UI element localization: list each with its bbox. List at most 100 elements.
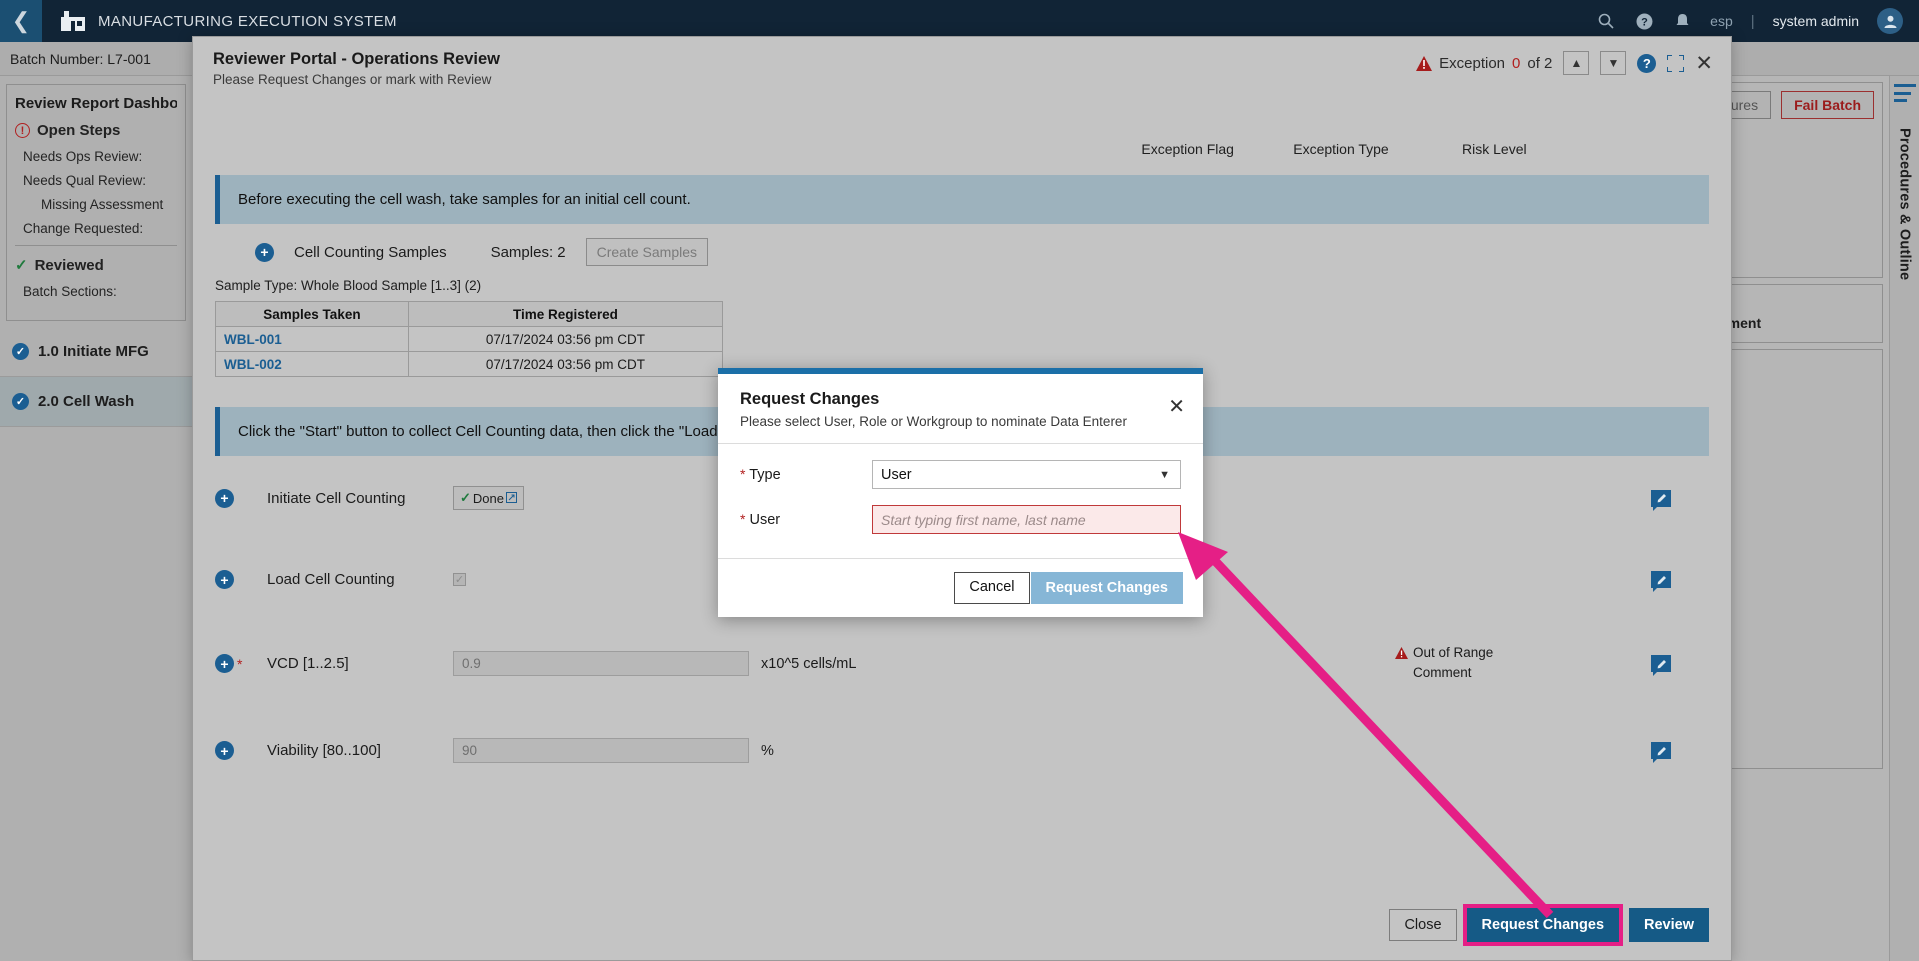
dialog-subtitle: Please select User, Role or Workgroup to…	[740, 414, 1127, 429]
request-changes-button[interactable]: Request Changes	[1462, 904, 1624, 946]
vcd-input[interactable]: 0.9	[453, 651, 749, 676]
th-samples-taken: Samples Taken	[215, 301, 409, 327]
sidebar-section-label: 1.0 Initiate MFG	[38, 343, 149, 360]
field-label: Load Cell Counting	[267, 571, 395, 588]
type-selected-value: User	[881, 466, 912, 483]
sample-link[interactable]: WBL-002	[215, 351, 409, 377]
cancel-button[interactable]: Cancel	[954, 572, 1030, 604]
sidebar-item-needs-qual-review[interactable]: Needs Qual Review:	[23, 173, 177, 188]
sidebar-item-cell-wash[interactable]: ✓ 2.0 Cell Wash	[0, 377, 192, 427]
table-header-row: Samples Taken Time Registered	[215, 301, 724, 327]
review-button[interactable]: Review	[1629, 908, 1709, 942]
submit-request-changes-button[interactable]: Request Changes	[1030, 572, 1183, 604]
warning-triangle-icon	[1416, 55, 1433, 71]
col-exception-type: Exception Type	[1293, 141, 1389, 157]
bell-icon[interactable]	[1672, 11, 1692, 31]
instruction-banner-1: Before executing the cell wash, take sam…	[215, 175, 1709, 224]
plus-circle-icon[interactable]: +	[215, 488, 234, 508]
sidebar-item-initiate-mfg[interactable]: ✓ 1.0 Initiate MFG	[0, 327, 192, 377]
sidebar-item-batch-sections[interactable]: Batch Sections:	[23, 284, 177, 299]
current-user-label[interactable]: system admin	[1773, 13, 1859, 29]
required-marker: *	[740, 466, 746, 482]
plus-circle-icon[interactable]: +	[215, 741, 234, 760]
field-unit: x10^5 cells/mL	[761, 655, 857, 672]
sidebar-divider	[15, 245, 177, 246]
table-row: WBL-002 07/17/2024 03:56 pm CDT	[215, 351, 724, 377]
plus-circle-icon[interactable]: +	[255, 242, 274, 262]
done-label: Done	[472, 490, 504, 506]
sample-type-label: Sample Type: Whole Blood Sample [1..3] (…	[215, 278, 482, 293]
field-label: VCD [1..2.5]	[267, 655, 349, 672]
search-icon[interactable]	[1596, 11, 1616, 31]
out-of-range-text: Out of Range	[1413, 645, 1494, 660]
batch-number-label: Batch Number: L7-001	[10, 50, 151, 67]
check-icon: ✓	[15, 257, 28, 274]
request-changes-dialog: Request Changes Please select User, Role…	[718, 368, 1203, 617]
field-label: Viability [80..100]	[267, 742, 381, 759]
check-circle-icon: ✓	[12, 343, 29, 360]
modal-footer: Close Request Changes Review	[193, 890, 1731, 960]
table-row: WBL-001 07/17/2024 03:56 pm CDT	[215, 326, 724, 352]
viability-input[interactable]: 90	[453, 738, 749, 763]
app-header-actions: ? esp | system admin	[1596, 8, 1919, 34]
help-circle-icon[interactable]: ?	[1637, 53, 1657, 73]
dialog-footer: Cancel Request Changes	[718, 558, 1203, 617]
field-label: Initiate Cell Counting	[267, 489, 406, 507]
samples-count-label: Samples: 2	[490, 243, 566, 261]
col-risk-level: Risk Level	[1462, 141, 1527, 157]
type-select[interactable]: User ▼	[872, 460, 1181, 489]
reviewed-header[interactable]: ✓ Reviewed	[15, 256, 177, 275]
chevron-down-icon[interactable]: ▼	[1600, 51, 1627, 75]
comment-edit-icon[interactable]	[1651, 655, 1671, 676]
dashboard-title: Review Report Dashboard	[15, 95, 177, 112]
fail-batch-button[interactable]: Fail Batch	[1781, 91, 1874, 119]
type-label-text: Type	[749, 467, 781, 483]
field-unit: %	[761, 742, 774, 759]
close-icon[interactable]: ✕	[1168, 394, 1185, 419]
sidebar-section-label: 2.0 Cell Wash	[38, 393, 135, 410]
sidebar-item-missing-assessment[interactable]: Missing Assessment	[41, 197, 177, 212]
comment-edit-icon[interactable]	[1651, 742, 1671, 763]
help-icon[interactable]: ?	[1634, 11, 1654, 31]
language-selector[interactable]: esp	[1710, 13, 1733, 29]
chevron-up-icon[interactable]: ▲	[1563, 51, 1590, 75]
open-steps-header[interactable]: ! Open Steps	[15, 122, 177, 139]
expand-icon[interactable]	[1666, 53, 1686, 73]
out-of-range-flag: Out of Range Comment	[1395, 645, 1493, 680]
create-samples-button[interactable]: Create Samples	[585, 238, 709, 266]
back-icon[interactable]: ❮	[0, 0, 42, 42]
col-exception-flag: Exception Flag	[1141, 141, 1234, 157]
sample-group-title: Cell Counting Samples	[294, 243, 447, 261]
user-input[interactable]: Start typing first name, last name	[872, 505, 1181, 534]
checkbox-checked-disabled-icon: ✓	[453, 573, 466, 586]
done-status-chip[interactable]: ✓ Done	[453, 486, 524, 510]
rail-label: Procedures & Outline	[1896, 128, 1913, 281]
reviewed-label: Reviewed	[34, 256, 104, 274]
modal-header-actions: Exception 0 of 2 ▲ ▼ ? ✕	[1416, 51, 1713, 75]
sidebar-item-change-requested[interactable]: Change Requested:	[23, 221, 177, 236]
external-link-icon[interactable]	[505, 491, 517, 506]
plus-circle-icon[interactable]: +	[215, 570, 234, 589]
close-button[interactable]: Close	[1389, 909, 1457, 941]
type-field-row: * Type User ▼	[740, 460, 1181, 489]
sidebar-item-needs-ops-review[interactable]: Needs Ops Review:	[23, 149, 177, 164]
hamburger-icon[interactable]	[1893, 84, 1916, 102]
comment-edit-icon[interactable]	[1651, 489, 1671, 511]
close-icon[interactable]: ✕	[1695, 53, 1713, 74]
cell-counting-samples-group: + Cell Counting Samples Samples: 2 Creat…	[255, 238, 1709, 266]
header-divider: |	[1750, 12, 1755, 30]
procedures-outline-rail[interactable]: Procedures & Outline	[1889, 76, 1919, 961]
user-avatar-icon[interactable]	[1877, 8, 1903, 34]
left-sidebar: Review Report Dashboard ! Open Steps Nee…	[0, 76, 192, 961]
sample-link[interactable]: WBL-001	[215, 326, 409, 352]
sample-time: 07/17/2024 03:56 pm CDT	[407, 326, 724, 352]
app-title: MANUFACTURING EXECUTION SYSTEM	[98, 12, 397, 30]
modal-header: Reviewer Portal - Operations Review Plea…	[193, 37, 1731, 103]
user-field-row: * User Start typing first name, last nam…	[740, 505, 1181, 534]
comment-text: Comment	[1413, 665, 1472, 680]
user-label: * User	[740, 511, 872, 528]
open-steps-label: Open Steps	[37, 122, 121, 139]
plus-circle-icon[interactable]: +	[215, 654, 234, 673]
field-row-viability: + Viability [80..100] 90 %	[215, 738, 1709, 763]
comment-edit-icon[interactable]	[1651, 571, 1671, 592]
